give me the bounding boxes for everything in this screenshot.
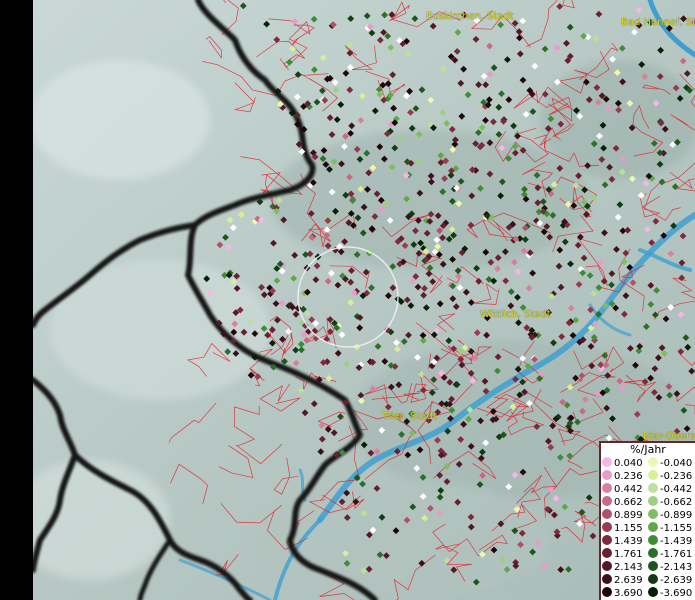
legend-swatch [648,496,658,506]
legend-swatch [648,587,658,597]
legend-swatch [648,470,658,480]
legend-value: 0.442 [614,484,643,495]
place-label-trier: Trier, Stadt [382,411,437,422]
legend-value: 1.155 [614,523,643,534]
legend-value: -1.439 [660,536,693,547]
legend-value: 0.236 [614,471,643,482]
legend-swatch [602,587,612,597]
legend-item: -0.662 [648,496,692,509]
legend-item: 3.690 [602,587,643,600]
legend-item: -0.899 [648,509,692,522]
legend: %/Jahr 0.040 0.236 0.442 0.662 0.899 1.155 1.4… [599,441,695,600]
legend-item: -2.639 [648,574,692,587]
legend-item: 2.143 [602,561,643,574]
legend-title: %/Jahr [630,443,666,456]
legend-value: -0.662 [660,497,693,508]
legend-value: 2.639 [614,575,643,586]
legend-swatch [602,522,612,532]
legend-item: -1.155 [648,522,692,535]
legend-value: -0.442 [660,484,693,495]
left-black-strip [0,0,33,600]
legend-value: 3.690 [614,588,643,599]
place-label-wittlich: Wittlich, Stadt [480,309,551,320]
legend-swatch [602,509,612,519]
legend-value: -2.143 [660,562,693,573]
legend-item: -2.143 [648,561,692,574]
legend-swatch [648,548,658,558]
legend-value: -0.899 [660,510,693,521]
legend-swatch [648,522,658,532]
legend-swatch [602,561,612,571]
legend-item: 1.439 [602,535,643,548]
legend-swatch [648,535,658,545]
legend-item: 0.899 [602,509,643,522]
legend-value: 0.899 [614,510,643,521]
legend-swatch [602,496,612,506]
legend-swatch [602,483,612,493]
legend-item: -0.442 [648,483,692,496]
legend-swatch [648,509,658,519]
legend-swatch [648,483,658,493]
legend-item: -0.236 [648,470,692,483]
legend-swatch [648,457,658,467]
legend-value: 0.040 [614,458,643,469]
legend-value: -1.761 [660,549,693,560]
legend-item: 1.155 [602,522,643,535]
legend-item: 0.040 [602,457,643,470]
legend-item: 2.639 [602,574,643,587]
legend-value: -0.040 [660,458,693,469]
map-canvas[interactable] [33,0,695,600]
legend-value: -0.236 [660,471,693,482]
legend-swatch [602,457,612,467]
legend-swatch [602,470,612,480]
legend-item: 1.761 [602,548,643,561]
legend-swatch [648,561,658,571]
legend-value: -2.639 [660,575,693,586]
legend-value: -1.155 [660,523,693,534]
legend-value: 2.143 [614,562,643,573]
map-viewer[interactable]: Euskirchen, Stadt Bad Honnef, St Wittlic… [0,0,695,600]
legend-swatch [602,548,612,558]
legend-value: -3.690 [660,588,693,599]
legend-item: 0.662 [602,496,643,509]
legend-value: 0.662 [614,497,643,508]
legend-item: -3.690 [648,587,692,600]
legend-item: 0.442 [602,483,643,496]
legend-value: 1.761 [614,549,643,560]
place-label-euskirchen: Euskirchen, Stadt [426,11,514,22]
legend-item: -0.040 [648,457,692,470]
legend-swatch [602,574,612,584]
legend-item: 0.236 [602,470,643,483]
legend-value: 1.439 [614,536,643,547]
legend-swatch [648,574,658,584]
place-label-bad-honnef: Bad Honnef, St [621,17,695,28]
legend-item: -1.439 [648,535,692,548]
legend-swatch [602,535,612,545]
legend-item: -1.761 [648,548,692,561]
